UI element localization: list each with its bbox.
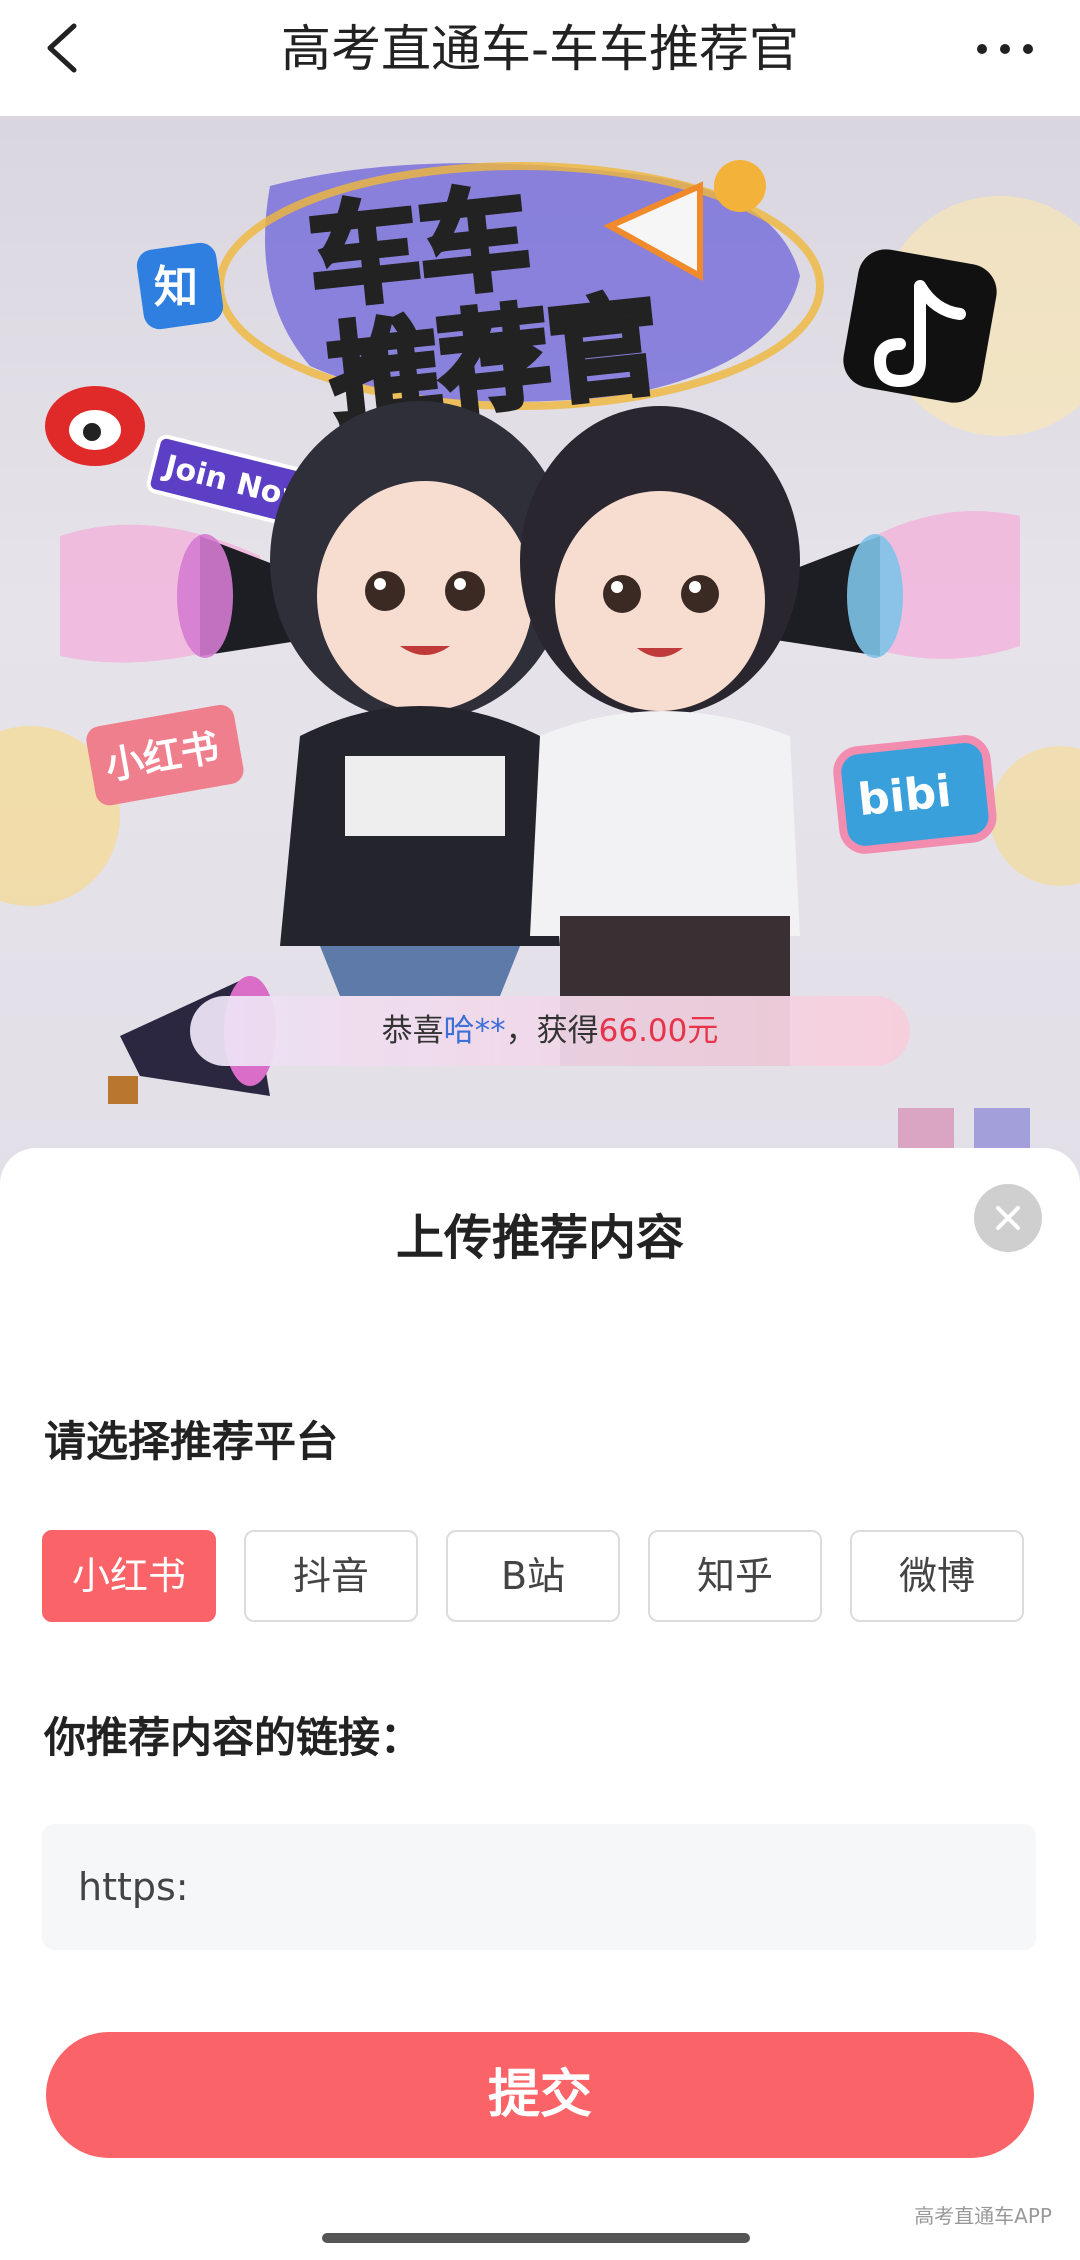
close-icon bbox=[996, 1206, 1020, 1230]
more-options-icon[interactable] bbox=[970, 24, 1040, 74]
winner-notice: 恭喜哈**，获得66.00元 bbox=[190, 996, 910, 1066]
notice-prefix: 恭喜 bbox=[381, 1013, 444, 1049]
link-input[interactable]: https: bbox=[42, 1824, 1036, 1950]
notice-amount: 66.00元 bbox=[598, 1013, 719, 1049]
page-title: 高考直通车-车车推荐官 bbox=[280, 20, 800, 78]
zhihu-icon-text: 知 bbox=[154, 262, 198, 313]
promo-banner: 车车 推荐官 知 Join Now 小红书 bibi 恭喜哈**，获得66.00… bbox=[0, 116, 1080, 1196]
platform-option-douyin[interactable]: 抖音 bbox=[244, 1530, 418, 1622]
submit-button[interactable]: 提交 bbox=[46, 2032, 1034, 2158]
platform-selector: 小红书 抖音 B站 知乎 微博 bbox=[42, 1530, 1042, 1624]
link-label: 你推荐内容的链接： bbox=[44, 1713, 423, 1762]
back-chevron-icon[interactable] bbox=[36, 18, 96, 78]
app-watermark: 高考直通车APP bbox=[914, 2204, 1052, 2228]
upload-sheet: 上传推荐内容 请选择推荐平台 小红书 抖音 B站 知乎 微博 你推荐内容的链接：… bbox=[0, 1148, 1080, 2260]
platform-option-zhihu[interactable]: 知乎 bbox=[648, 1530, 822, 1622]
close-button[interactable] bbox=[974, 1184, 1042, 1252]
notice-middle: ，获得 bbox=[505, 1013, 599, 1049]
top-nav-bar: 高考直通车-车车推荐官 bbox=[0, 0, 1080, 116]
sheet-title: 上传推荐内容 bbox=[395, 1210, 684, 1266]
platform-option-weibo[interactable]: 微博 bbox=[850, 1530, 1024, 1622]
platform-label: 请选择推荐平台 bbox=[44, 1417, 339, 1466]
bilibili-badge-text: bibi bbox=[856, 766, 954, 826]
platform-option-xiaohongshu[interactable]: 小红书 bbox=[42, 1530, 216, 1622]
notice-winner-name: 哈** bbox=[443, 1013, 506, 1049]
platform-option-bilibili[interactable]: B站 bbox=[446, 1530, 620, 1622]
home-indicator bbox=[322, 2233, 750, 2243]
